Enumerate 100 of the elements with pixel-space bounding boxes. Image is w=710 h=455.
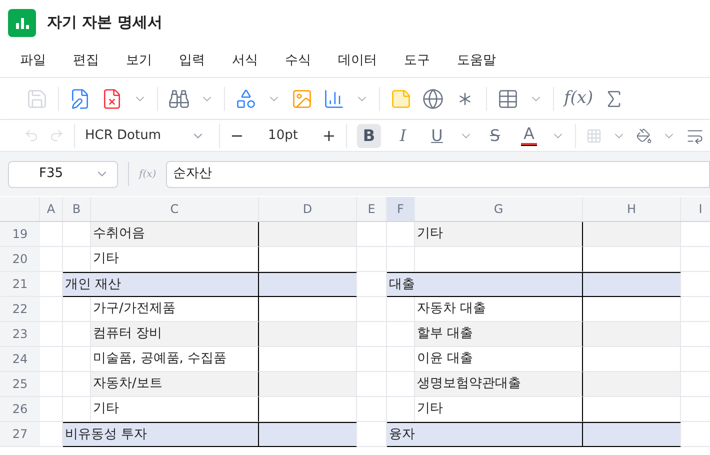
column-header[interactable]: D bbox=[259, 197, 357, 221]
text-style-button[interactable]: A bbox=[517, 124, 541, 148]
shapes-icon[interactable] bbox=[235, 88, 257, 110]
menu-item[interactable]: 수식 bbox=[285, 51, 311, 71]
table-cell: 자동차 대출 bbox=[415, 297, 583, 322]
menu-item[interactable]: 편집 bbox=[73, 51, 99, 71]
formula-field[interactable]: 순자산 bbox=[166, 160, 710, 188]
table-cell bbox=[357, 422, 387, 447]
font-size-field[interactable]: 10pt bbox=[254, 126, 312, 146]
sticky-note-icon[interactable] bbox=[390, 88, 412, 110]
column-header[interactable]: G bbox=[415, 197, 583, 221]
table-cell: 비유동성 투자 bbox=[63, 422, 259, 447]
menu-item[interactable]: 도움말 bbox=[457, 51, 496, 71]
menu-item[interactable]: 서식 bbox=[232, 51, 258, 71]
bar-chart-icon[interactable] bbox=[323, 88, 345, 110]
function-button[interactable]: f(x) bbox=[564, 86, 594, 112]
table-cell: 할부 대출 bbox=[415, 322, 583, 347]
table-icon[interactable] bbox=[497, 88, 519, 110]
table-cell bbox=[63, 397, 91, 422]
column-header[interactable]: F bbox=[387, 197, 415, 221]
table-cell bbox=[40, 272, 63, 297]
text-style-button[interactable]: I bbox=[391, 124, 415, 148]
table-cell bbox=[357, 397, 387, 422]
menu-item[interactable]: 입력 bbox=[179, 51, 205, 71]
table-cell bbox=[40, 297, 63, 322]
table-cell bbox=[357, 347, 387, 372]
increase-size-button[interactable]: + bbox=[322, 124, 336, 148]
row-number[interactable]: 25 bbox=[0, 372, 40, 397]
table-cell bbox=[357, 372, 387, 397]
text-style-button[interactable]: S bbox=[483, 124, 507, 148]
table-cell bbox=[387, 397, 415, 422]
row-number[interactable]: 19 bbox=[0, 222, 40, 247]
column-header[interactable]: I bbox=[681, 197, 710, 221]
column-header[interactable]: H bbox=[583, 197, 681, 221]
table-cell bbox=[63, 297, 91, 322]
table-cell bbox=[387, 372, 415, 397]
table-cell bbox=[387, 297, 415, 322]
binoculars-icon[interactable] bbox=[168, 88, 190, 110]
decrease-size-button[interactable]: − bbox=[230, 124, 244, 148]
document-x-icon[interactable] bbox=[101, 88, 123, 110]
table-cell: 기타 bbox=[91, 247, 259, 272]
table-cell: 미술품, 공예품, 수집품 bbox=[91, 347, 259, 372]
table-cell: 기타 bbox=[91, 397, 259, 422]
table-cell bbox=[387, 347, 415, 372]
text-style-button[interactable]: B bbox=[357, 124, 381, 148]
column-header[interactable]: B bbox=[63, 197, 91, 221]
menu-item[interactable]: 데이터 bbox=[338, 51, 377, 71]
table-cell bbox=[63, 347, 91, 372]
row-number[interactable]: 23 bbox=[0, 322, 40, 347]
table-cell bbox=[387, 322, 415, 347]
app-logo-icon bbox=[8, 8, 36, 36]
image-icon[interactable] bbox=[291, 88, 313, 110]
table-cell: 자동차/보트 bbox=[91, 372, 259, 397]
table-cell bbox=[40, 247, 63, 272]
table-cell: 컴퓨터 장비 bbox=[91, 322, 259, 347]
table-cell: 이윤 대출 bbox=[415, 347, 583, 372]
menu-item[interactable]: 보기 bbox=[126, 51, 152, 71]
table-cell bbox=[357, 297, 387, 322]
window-title: 자기 자본 명세서 bbox=[47, 12, 162, 34]
row-number[interactable]: 24 bbox=[0, 347, 40, 372]
row-number[interactable]: 27 bbox=[0, 422, 40, 447]
table-cell bbox=[357, 272, 387, 297]
table-cell: 가구/가전제품 bbox=[91, 297, 259, 322]
table-cell: 융자 bbox=[387, 422, 583, 447]
undo-icon[interactable] bbox=[24, 128, 39, 143]
row-number[interactable]: 20 bbox=[0, 247, 40, 272]
table-cell bbox=[63, 372, 91, 397]
menu-item[interactable]: 도구 bbox=[404, 51, 430, 71]
font-dropdown[interactable]: HCR Dotum bbox=[85, 126, 209, 146]
table-cell bbox=[357, 322, 387, 347]
table-cell bbox=[63, 247, 91, 272]
table-cell bbox=[387, 247, 415, 272]
save-icon[interactable] bbox=[26, 88, 48, 110]
table-cell: 대출 bbox=[387, 272, 583, 297]
cell-reference-dropdown[interactable]: F35 bbox=[8, 160, 118, 188]
table-cell: 기타 bbox=[415, 222, 583, 247]
table-cell bbox=[40, 322, 63, 347]
menu-item[interactable]: 파일 bbox=[20, 51, 46, 71]
table-cell: 기타 bbox=[415, 397, 583, 422]
column-header[interactable]: A bbox=[40, 197, 63, 221]
table-cell bbox=[357, 247, 387, 272]
table-cell: 개인 재산 bbox=[63, 272, 259, 297]
table-cell bbox=[40, 422, 63, 447]
globe-icon[interactable] bbox=[422, 88, 444, 110]
table-cell bbox=[40, 397, 63, 422]
table-cell bbox=[40, 347, 63, 372]
fill-bucket-icon[interactable] bbox=[636, 128, 652, 144]
table-cell: 생명보험약관대출 bbox=[415, 372, 583, 397]
row-number[interactable]: 21 bbox=[0, 272, 40, 297]
table-cell bbox=[63, 322, 91, 347]
document-pen-icon[interactable] bbox=[69, 88, 91, 110]
function-label: f(x) bbox=[139, 168, 156, 182]
row-number[interactable]: 26 bbox=[0, 397, 40, 422]
row-number[interactable]: 22 bbox=[0, 297, 40, 322]
text-style-button[interactable]: U bbox=[425, 124, 449, 148]
redo-icon[interactable] bbox=[49, 128, 64, 143]
borders-icon[interactable] bbox=[586, 128, 602, 144]
column-header[interactable]: C bbox=[91, 197, 259, 221]
table-cell bbox=[40, 372, 63, 397]
table-cell: 수취어음 bbox=[91, 222, 259, 247]
